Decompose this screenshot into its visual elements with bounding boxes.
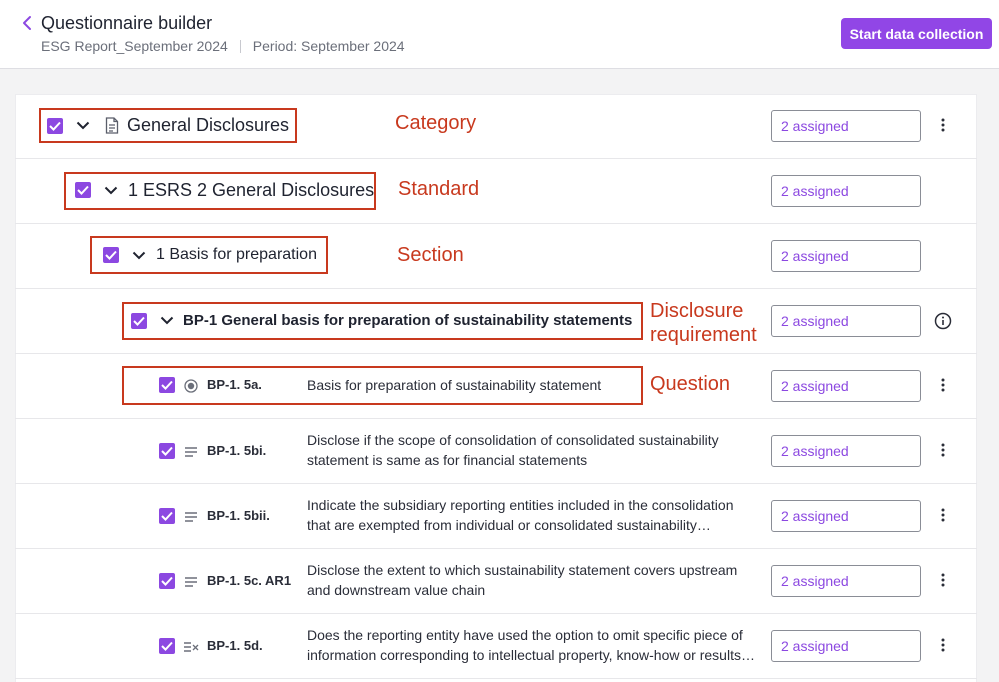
annotation-standard: Standard [398,178,480,200]
more-options-icon[interactable] [935,636,951,654]
more-options-icon[interactable] [935,506,951,524]
assigned-select[interactable]: 2 assigned [771,110,921,142]
report-subline: ESG Report_September 2024 Period: Septem… [41,38,405,54]
question-checkbox[interactable] [159,573,175,589]
question-text-line: statement is same as for financial state… [307,452,588,468]
info-icon[interactable] [934,312,952,330]
question-checkbox[interactable] [159,443,175,459]
back-chevron-icon[interactable] [18,14,36,32]
start-data-collection-button[interactable]: Start data collection [841,18,992,49]
assigned-select[interactable]: 2 assigned [771,435,921,467]
question-checkbox[interactable] [159,508,175,524]
question-text-line: information corresponding to intellectua… [307,647,755,663]
assigned-select[interactable]: 2 assigned [771,630,921,662]
annotation-section: Section [397,244,464,266]
annotation-question: Question [650,373,731,395]
annotation-disclosure-line1: Disclosure [650,300,744,322]
more-options-icon[interactable] [935,376,951,394]
assigned-select[interactable]: 2 assigned [771,370,921,402]
page-title: Questionnaire builder [41,13,213,33]
question-text-line: Disclose if the scope of consolidation o… [307,432,719,448]
question-checkbox[interactable] [159,638,175,654]
question-code: BP-1. 5bi. [207,443,267,458]
assigned-select[interactable]: 2 assigned [771,175,921,207]
text-lines-icon [183,509,199,525]
standard-highlight-box [64,172,376,210]
question-code: BP-1. 5d. [207,638,263,653]
divider [239,39,241,53]
annotation-disclosure-line2: requirement [650,324,757,346]
question-text: Does the reporting entity have used the … [307,625,762,665]
assigned-select[interactable]: 2 assigned [771,240,921,272]
assigned-select[interactable]: 2 assigned [771,565,921,597]
question-text-line: Disclose the extent to which sustainabil… [307,562,738,578]
disclosure-highlight-box [122,302,643,340]
question-text: Disclose the extent to which sustainabil… [307,560,762,600]
page-header: Questionnaire builder ESG Report_Septemb… [0,0,999,69]
text-lines-icon [183,444,199,460]
report-period: Period: September 2024 [252,38,405,54]
section-highlight-box [90,236,328,274]
choice-icon [183,639,199,655]
more-options-icon[interactable] [935,116,951,134]
text-lines-icon [183,574,199,590]
more-options-icon[interactable] [935,571,951,589]
question-text-line: and downstream value chain [307,582,486,598]
assigned-select[interactable]: 2 assigned [771,305,921,337]
assigned-select[interactable]: 2 assigned [771,500,921,532]
more-options-icon[interactable] [935,441,951,459]
question-code: BP-1. 5bii. [207,508,270,523]
question-highlight-box [122,366,643,405]
report-name: ESG Report_September 2024 [41,38,228,54]
category-highlight-box [39,108,297,143]
question-text-line: Does the reporting entity have used the … [307,627,743,643]
question-text: Disclose if the scope of consolidation o… [307,430,762,470]
question-text-line: that are exempted from individual or con… [307,517,711,533]
annotation-category: Category [395,112,477,134]
question-text: Indicate the subsidiary reporting entiti… [307,495,762,535]
question-text-line: Indicate the subsidiary reporting entiti… [307,497,734,513]
question-code: BP-1. 5c. AR1 [207,573,292,588]
